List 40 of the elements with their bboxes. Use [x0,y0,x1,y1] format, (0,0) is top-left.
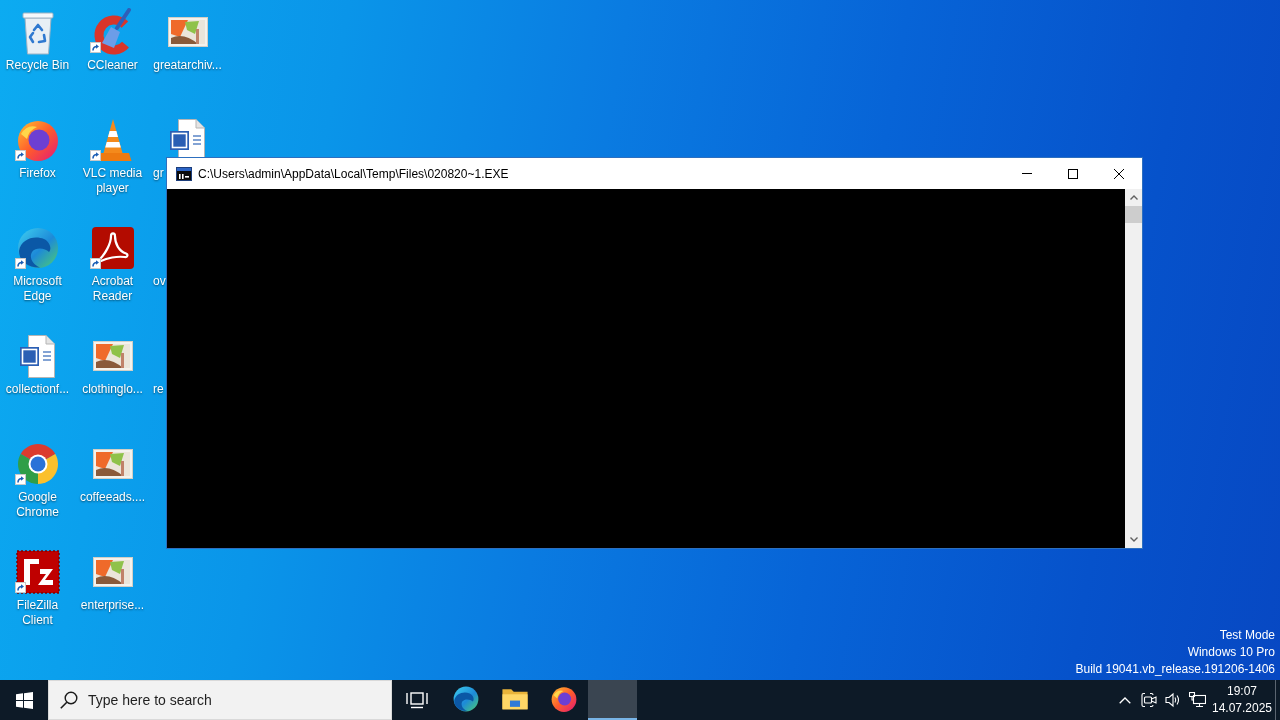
desktop-icon-label[interactable]: Acrobat Reader [75,274,150,304]
desktop-icon-label[interactable]: CCleaner [87,58,138,73]
desktop-icon-label[interactable]: VLC media player [75,166,150,196]
desktop-system-text: Test Mode [1219,627,1275,644]
close-icon [1114,168,1124,179]
caret-down-icon [1129,537,1138,542]
swirl-icon [452,686,479,712]
desktop-system-text: Build 19041.vb_release.191206-1406 [1075,661,1275,678]
search-field[interactable]: Type here to search [48,680,392,720]
console-window-icon [176,165,192,182]
desktop-icon-label[interactable]: ov [153,274,166,289]
desktop-icon-label[interactable]: re [153,382,164,397]
window-title: C:\Users\admin\AppData\Local\Temp\Files\020820~1.EXE [198,165,509,183]
speaker-icon [1165,692,1181,708]
desktop-icon-label[interactable]: Microsoft Edge [0,274,75,304]
desktop-icon-label[interactable]: Google Chrome [0,490,75,520]
desktop-icon-label[interactable]: gr [153,166,164,181]
chevron-up-icon [1119,696,1131,704]
search-icon [60,691,78,709]
desktop-icon-label[interactable]: coffeeads.... [79,490,146,505]
task-view-icon [404,689,429,709]
angled-shapes-tile-icon[interactable] [13,548,62,596]
desktop-icon-label[interactable]: clothinglo... [82,382,143,397]
clock-button[interactable]: 19:07 14.07.2025 [1209,680,1275,720]
folder-icon [501,688,528,710]
desktop-system-text: Windows 10 Pro [1187,644,1275,661]
desktop-icon-label[interactable]: collectionf... [5,382,70,397]
scrollbar-thumb[interactable] [1125,206,1142,223]
minimize-icon [1022,173,1032,174]
video-camera-icon [1141,692,1157,708]
network-monitor-icon [1188,692,1206,708]
ringed-orb-icon [550,686,577,712]
caret-up-icon [1129,195,1138,200]
maximize-icon [1068,168,1078,179]
desktop-icon-label[interactable]: greatarchiv... [153,58,222,73]
window-panes-icon [15,691,33,709]
desktop-icon-label[interactable]: Recycle Bin [5,58,70,73]
desktop-icon-label[interactable]: enterprise... [80,598,145,613]
desktop-icon-label[interactable]: FileZilla Client [0,598,75,628]
desktop-icon-label[interactable]: Firefox [19,166,56,181]
